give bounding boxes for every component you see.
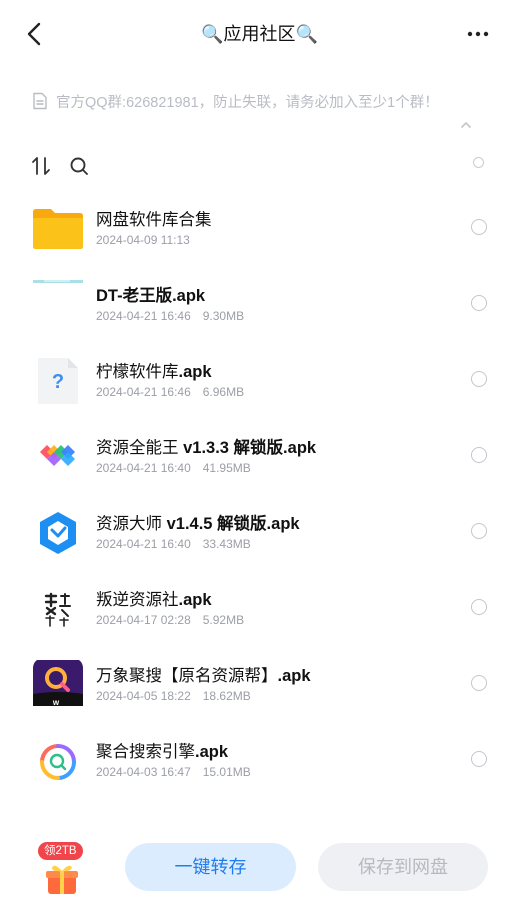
file-name: 资源全能王 v1.3.3 解锁版.apk bbox=[96, 439, 317, 457]
more-horizontal-icon bbox=[467, 31, 489, 37]
file-name: 资源大师 v1.4.5 解锁版.apk bbox=[96, 515, 300, 533]
folder-icon bbox=[32, 204, 84, 256]
file-meta: 2024-04-03 16:47 15.01MB bbox=[96, 765, 251, 779]
file-name: 网盘软件库合集 bbox=[96, 211, 212, 229]
document-icon bbox=[33, 92, 47, 110]
save-to-drive-button[interactable]: 保存到网盘 bbox=[318, 843, 488, 891]
sort-icon bbox=[32, 157, 50, 175]
search-button[interactable] bbox=[68, 155, 90, 177]
app-icon-colorful-diamonds bbox=[32, 432, 84, 484]
file-name: DT-老王版.apk bbox=[96, 287, 206, 305]
more-button[interactable] bbox=[467, 27, 489, 41]
app-icon-calligraphy bbox=[32, 584, 84, 636]
collapse-button[interactable] bbox=[458, 118, 474, 130]
svg-text:w: w bbox=[52, 698, 60, 707]
gift-icon bbox=[46, 865, 78, 894]
file-row[interactable]: w 万象聚搜【原名资源帮】.apk 2024-04-05 18:22 18.62M… bbox=[0, 658, 519, 736]
select-radio[interactable] bbox=[471, 523, 487, 539]
svg-text:?: ? bbox=[52, 371, 64, 393]
select-radio[interactable] bbox=[471, 371, 487, 387]
app-icon-purple-search: w bbox=[32, 658, 84, 712]
file-meta: 2024-04-21 16:40 33.43MB bbox=[96, 537, 251, 551]
file-name: 叛逆资源社.apk bbox=[96, 591, 212, 609]
group-notice: 官方QQ群:626821981，防止失联，请务必加入至少1个群！ bbox=[32, 88, 499, 114]
file-meta: 2024-04-05 18:22 18.62MB bbox=[96, 689, 251, 703]
app-icon-ring-search bbox=[32, 736, 84, 788]
sort-button[interactable] bbox=[30, 155, 52, 177]
select-radio[interactable] bbox=[471, 219, 487, 235]
gift-badge: 领2TB bbox=[38, 842, 83, 860]
select-radio[interactable] bbox=[471, 751, 487, 767]
file-meta: 2024-04-21 16:46 9.30MB bbox=[96, 309, 245, 323]
file-row[interactable]: 资源大师 v1.4.5 解锁版.apk 2024-04-21 16:40 33.4… bbox=[0, 508, 519, 584]
file-row[interactable]: 聚合搜索引擎.apk 2024-04-03 16:47 15.01MB bbox=[0, 736, 519, 812]
page-title: 🔍应用社区🔍 bbox=[201, 24, 318, 44]
list-toolbar bbox=[30, 155, 106, 177]
select-radio[interactable] bbox=[471, 447, 487, 463]
file-row[interactable]: DT-老王版.apk 2024-04-21 16:46 9.30MB bbox=[0, 280, 519, 356]
file-row[interactable]: 资源全能王 v1.3.3 解锁版.apk 2024-04-21 16:40 41.… bbox=[0, 432, 519, 508]
file-name: 柠檬软件库.apk bbox=[96, 363, 212, 381]
quick-save-button[interactable]: 一键转存 bbox=[125, 843, 296, 891]
chevron-up-icon bbox=[461, 122, 471, 128]
file-meta: 2024-04-21 16:40 41.95MB bbox=[96, 461, 251, 475]
unknown-file-icon: ? bbox=[32, 356, 84, 408]
select-radio[interactable] bbox=[471, 295, 487, 311]
file-row[interactable]: ? 柠檬软件库.apk 2024-04-21 16:46 6.96MB bbox=[0, 356, 519, 432]
file-row[interactable]: 叛逆资源社.apk 2024-04-17 02:28 5.92MB bbox=[0, 584, 519, 660]
gift-button[interactable]: 领2TB bbox=[36, 842, 90, 898]
select-radio[interactable] bbox=[471, 599, 487, 615]
notice-text: 官方QQ群:626821981，防止失联，请务必加入至少1个群！ bbox=[56, 94, 439, 111]
file-row[interactable]: 网盘软件库合集 2024-04-09 11:13 bbox=[0, 204, 519, 280]
file-meta: 2024-04-09 11:13 bbox=[96, 233, 190, 247]
file-name: 聚合搜索引擎.apk bbox=[96, 743, 229, 761]
select-all-radio[interactable] bbox=[473, 157, 484, 168]
file-meta: 2024-04-21 16:46 6.96MB bbox=[96, 385, 245, 399]
search-icon bbox=[70, 157, 88, 175]
file-name: 万象聚搜【原名资源帮】.apk bbox=[96, 667, 311, 685]
apk-thumbnail bbox=[32, 280, 84, 332]
app-icon-blue-hexagon bbox=[32, 508, 84, 560]
select-radio[interactable] bbox=[471, 675, 487, 691]
file-meta: 2024-04-17 02:28 5.92MB bbox=[96, 613, 245, 627]
